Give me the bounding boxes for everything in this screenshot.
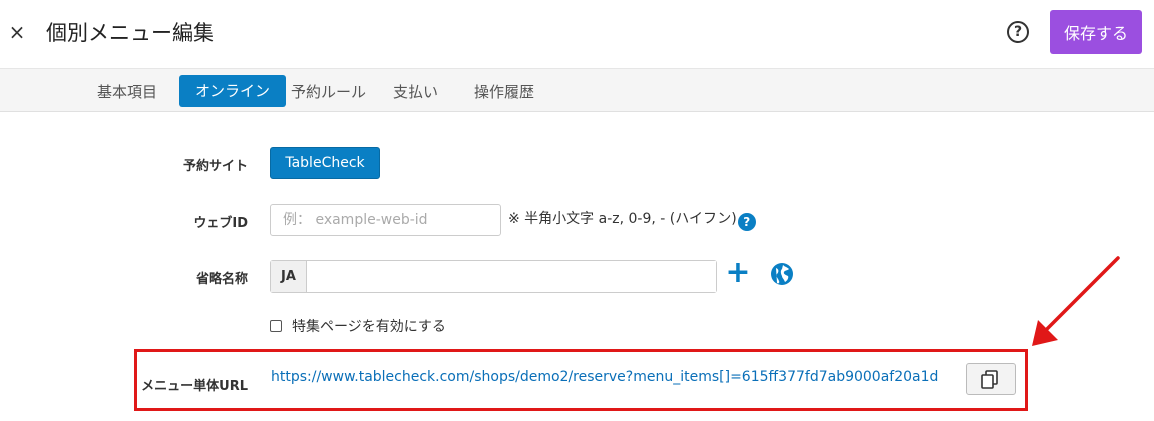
tab-history[interactable]: 操作履歴: [474, 77, 534, 107]
tab-reservation-rules[interactable]: 予約ルール: [291, 77, 366, 107]
web-id-hint: ※ 半角小文字 a-z, 0-9, - (ハイフン)?: [508, 209, 756, 231]
tab-payment[interactable]: 支払い: [393, 77, 438, 107]
menu-url-link[interactable]: https://www.tablecheck.com/shops/demo2/r…: [271, 369, 938, 385]
copy-icon: [981, 370, 998, 389]
web-id-hint-text: ※ 半角小文字 a-z, 0-9, - (ハイフン): [508, 211, 737, 227]
web-id-input[interactable]: [270, 204, 501, 236]
plus-icon[interactable]: +: [725, 258, 751, 288]
question-circle-icon[interactable]: ?: [737, 213, 756, 231]
tab-online[interactable]: オンライン: [179, 75, 287, 107]
feature-page-checkbox[interactable]: [270, 320, 282, 332]
web-id-label: ウェブID: [193, 216, 248, 231]
copy-button[interactable]: [966, 363, 1016, 395]
short-name-group: JA: [270, 260, 717, 293]
page-title: 個別メニュー編集: [46, 21, 214, 45]
feature-page-label: 特集ページを有効にする: [292, 319, 446, 335]
short-name-input[interactable]: [307, 261, 716, 292]
tab-bar: 基本項目 オンライン 予約ルール 支払い 操作履歴: [0, 68, 1154, 112]
header: × 個別メニュー編集 ? 保存する: [0, 0, 1154, 68]
tab-basic[interactable]: 基本項目: [97, 77, 157, 107]
question-circle-icon[interactable]: ?: [1007, 21, 1029, 43]
save-button[interactable]: 保存する: [1050, 10, 1142, 54]
close-icon[interactable]: ×: [6, 20, 28, 44]
globe-icon[interactable]: [770, 262, 794, 286]
menu-url-label: メニュー単体URL: [141, 379, 248, 394]
tablecheck-button[interactable]: TableCheck: [270, 147, 380, 179]
arrow-annotation-icon: [1032, 256, 1120, 346]
short-name-label: 省略名称: [195, 272, 248, 287]
reservation-site-label: 予約サイト: [182, 159, 248, 174]
feature-page-option[interactable]: 特集ページを有効にする: [270, 316, 446, 336]
language-badge: JA: [271, 261, 307, 292]
